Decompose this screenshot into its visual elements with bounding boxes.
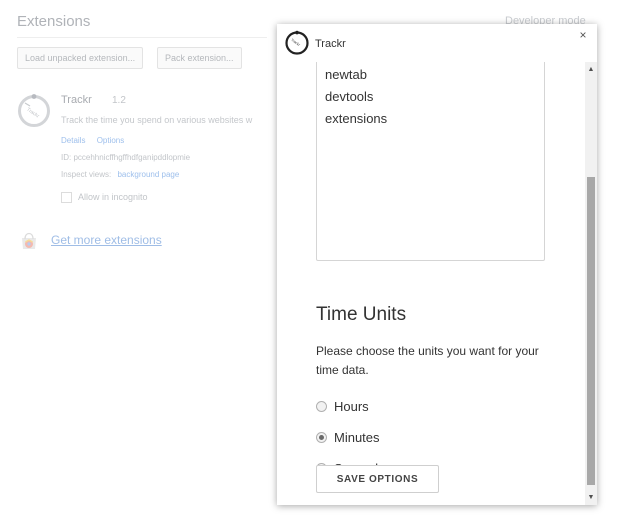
extension-version: 1.2 — [112, 95, 126, 106]
dialog-scroll-content: newtab devtools extensions Time Units Pl… — [277, 62, 585, 505]
get-more-extensions-link[interactable]: Get more extensions — [51, 233, 162, 247]
page-title: Extensions — [17, 13, 91, 30]
scrollbar-thumb[interactable] — [587, 177, 595, 485]
vertical-scrollbar[interactable]: ▲ ▼ — [585, 62, 597, 505]
radio-button[interactable] — [316, 401, 327, 412]
stopwatch-logo-icon: Trackr — [285, 30, 309, 55]
extension-name: Trackr — [61, 94, 92, 106]
options-link[interactable]: Options — [97, 136, 125, 145]
background-page-link[interactable]: background page — [117, 170, 179, 179]
dialog-title: Trackr — [315, 38, 346, 50]
svg-text:Trackr: Trackr — [290, 38, 301, 48]
incognito-checkbox[interactable] — [61, 192, 72, 203]
extension-options-dialog: Trackr Trackr × newtab devtools extensio… — [277, 24, 597, 505]
pack-extension-button[interactable]: Pack extension... — [157, 47, 242, 69]
details-link[interactable]: Details — [61, 136, 85, 145]
radio-label: Minutes — [334, 430, 380, 445]
list-item[interactable]: newtab — [325, 67, 367, 82]
list-item[interactable]: extensions — [325, 111, 387, 126]
radio-label: Hours — [334, 399, 369, 414]
header-divider — [17, 37, 267, 38]
incognito-label: Allow in incognito — [78, 192, 148, 202]
dialog-header: Trackr Trackr × — [277, 24, 597, 62]
load-unpacked-button[interactable]: Load unpacked extension... — [17, 47, 144, 69]
scroll-up-arrow-icon[interactable]: ▲ — [585, 64, 597, 76]
extension-description: Track the time you spend on various webs… — [61, 115, 253, 125]
close-icon[interactable]: × — [576, 28, 590, 42]
svg-text:Trackr: Trackr — [25, 107, 40, 120]
stopwatch-logo-icon: Trackr — [18, 92, 50, 127]
extension-links: Details Options — [61, 136, 133, 145]
inspect-views-row: Inspect views: background page — [61, 170, 188, 179]
scroll-down-arrow-icon[interactable]: ▼ — [585, 492, 597, 504]
ignored-sites-list[interactable]: newtab devtools extensions — [316, 62, 545, 261]
list-item[interactable]: devtools — [325, 89, 373, 104]
screen: Extensions Developer mode Load unpacked … — [0, 0, 620, 518]
save-options-button[interactable]: SAVE OPTIONS — [316, 465, 439, 493]
radio-button-selected[interactable] — [316, 432, 327, 443]
time-units-description: Please choose the units you want for you… — [316, 344, 539, 377]
chrome-web-store-icon — [22, 232, 36, 249]
extension-id: ID: pccehhnicffhgffhdfganipddlopmie — [61, 153, 191, 162]
inspect-views-label: Inspect views: — [61, 170, 112, 179]
time-units-heading: Time Units — [316, 304, 407, 325]
